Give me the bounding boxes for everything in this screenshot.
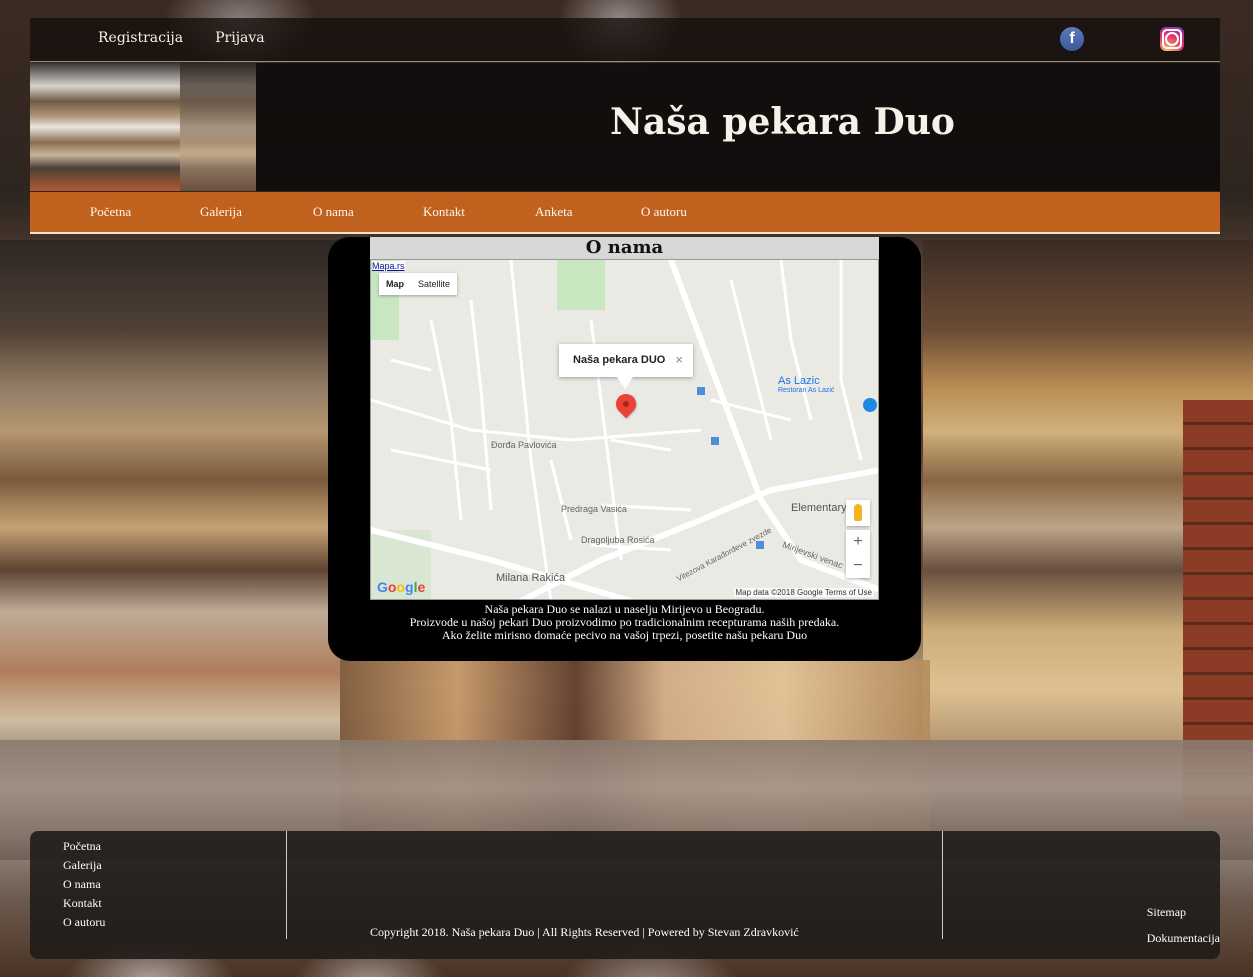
footer-copyright: Copyright 2018. Naša pekara Duo | All Ri… bbox=[370, 925, 799, 939]
footer-link-o-nama[interactable]: O nama bbox=[63, 875, 105, 894]
street-label: Milana Rakića bbox=[496, 572, 566, 584]
poi-as-lazic[interactable]: As Lazic Restoran As Lazić bbox=[778, 375, 834, 394]
footer-divider bbox=[942, 831, 943, 939]
footer-link-kontakt[interactable]: Kontakt bbox=[63, 894, 105, 913]
footer-link-pocetna[interactable]: Početna bbox=[63, 837, 105, 856]
zoom-out-button[interactable]: − bbox=[846, 554, 870, 578]
auth-links: Registracija Prijava bbox=[98, 30, 265, 46]
footer-nav: Početna Galerija O nama Kontakt O autoru bbox=[63, 837, 105, 932]
marker-info-window: Naša pekara DUO × bbox=[559, 344, 693, 389]
nav-item-pocetna[interactable]: Početna bbox=[90, 204, 131, 220]
footer-link-galerija[interactable]: Galerija bbox=[63, 856, 105, 875]
header-bakery-image bbox=[30, 63, 256, 191]
site-header: Naša pekara Duo bbox=[30, 63, 1220, 191]
sitemap-link[interactable]: Sitemap bbox=[1147, 899, 1220, 925]
street-label: Đorđa Pavlovića bbox=[491, 440, 557, 450]
instagram-icon[interactable] bbox=[1160, 27, 1184, 51]
nav-item-anketa[interactable]: Anketa bbox=[535, 204, 573, 220]
map-source-link[interactable]: Mapa.rs bbox=[372, 261, 405, 271]
nav-item-o-nama[interactable]: O nama bbox=[313, 204, 354, 220]
about-line-3: Ako želite mirisno domaće pecivo na vašo… bbox=[441, 628, 808, 642]
site-title: Naša pekara Duo bbox=[610, 101, 955, 143]
street-label: Dragoljuba Rosića bbox=[581, 535, 655, 545]
map-attribution[interactable]: Map data ©2018 Google Terms of Use bbox=[733, 588, 874, 597]
zoom-control: + − bbox=[846, 530, 870, 578]
street-label: Elementary bbox=[791, 502, 847, 514]
top-bar: Registracija Prijava f bbox=[30, 18, 1220, 62]
street-view-pegman-icon[interactable] bbox=[846, 500, 870, 526]
nav-item-kontakt[interactable]: Kontakt bbox=[423, 204, 465, 220]
map-type-satellite[interactable]: Satellite bbox=[411, 273, 457, 295]
close-icon[interactable]: × bbox=[675, 352, 683, 367]
site-footer: Početna Galerija O nama Kontakt O autoru… bbox=[30, 831, 1220, 959]
nav-item-o-autoru[interactable]: O autoru bbox=[641, 204, 687, 220]
map-type-map[interactable]: Map bbox=[379, 273, 411, 295]
map-type-control: Map Satellite bbox=[379, 273, 458, 295]
street-label: Predraga Vasića bbox=[561, 504, 627, 514]
documentation-link[interactable]: Dokumentacija bbox=[1147, 925, 1220, 951]
google-map[interactable]: Mapa.rs Map Satellite Đorđa Pavlovića Pr… bbox=[370, 259, 879, 600]
poi-name: As Lazic bbox=[778, 375, 820, 387]
login-link[interactable]: Prijava bbox=[215, 30, 265, 46]
registration-link[interactable]: Registracija bbox=[98, 30, 183, 46]
about-title: O nama bbox=[370, 237, 879, 259]
facebook-icon[interactable]: f bbox=[1060, 27, 1084, 51]
main-nav: Početna Galerija O nama Kontakt Anketa O… bbox=[30, 192, 1220, 234]
about-description: Naša pekara Duo se nalazi u naselju Miri… bbox=[328, 603, 921, 642]
marker-info-title: Naša pekara DUO bbox=[573, 354, 666, 366]
nav-item-galerija[interactable]: Galerija bbox=[200, 204, 242, 220]
footer-link-o-autoru[interactable]: O autoru bbox=[63, 913, 105, 932]
google-logo: Google bbox=[377, 579, 426, 595]
about-panel: O nama Mapa.rs Map Satellite Đorđa Pavlo… bbox=[328, 237, 921, 661]
poi-subtitle: Restoran As Lazić bbox=[778, 387, 835, 394]
zoom-in-button[interactable]: + bbox=[846, 530, 870, 554]
footer-extra-links: Sitemap Dokumentacija bbox=[1147, 899, 1220, 951]
footer-divider bbox=[286, 831, 287, 939]
